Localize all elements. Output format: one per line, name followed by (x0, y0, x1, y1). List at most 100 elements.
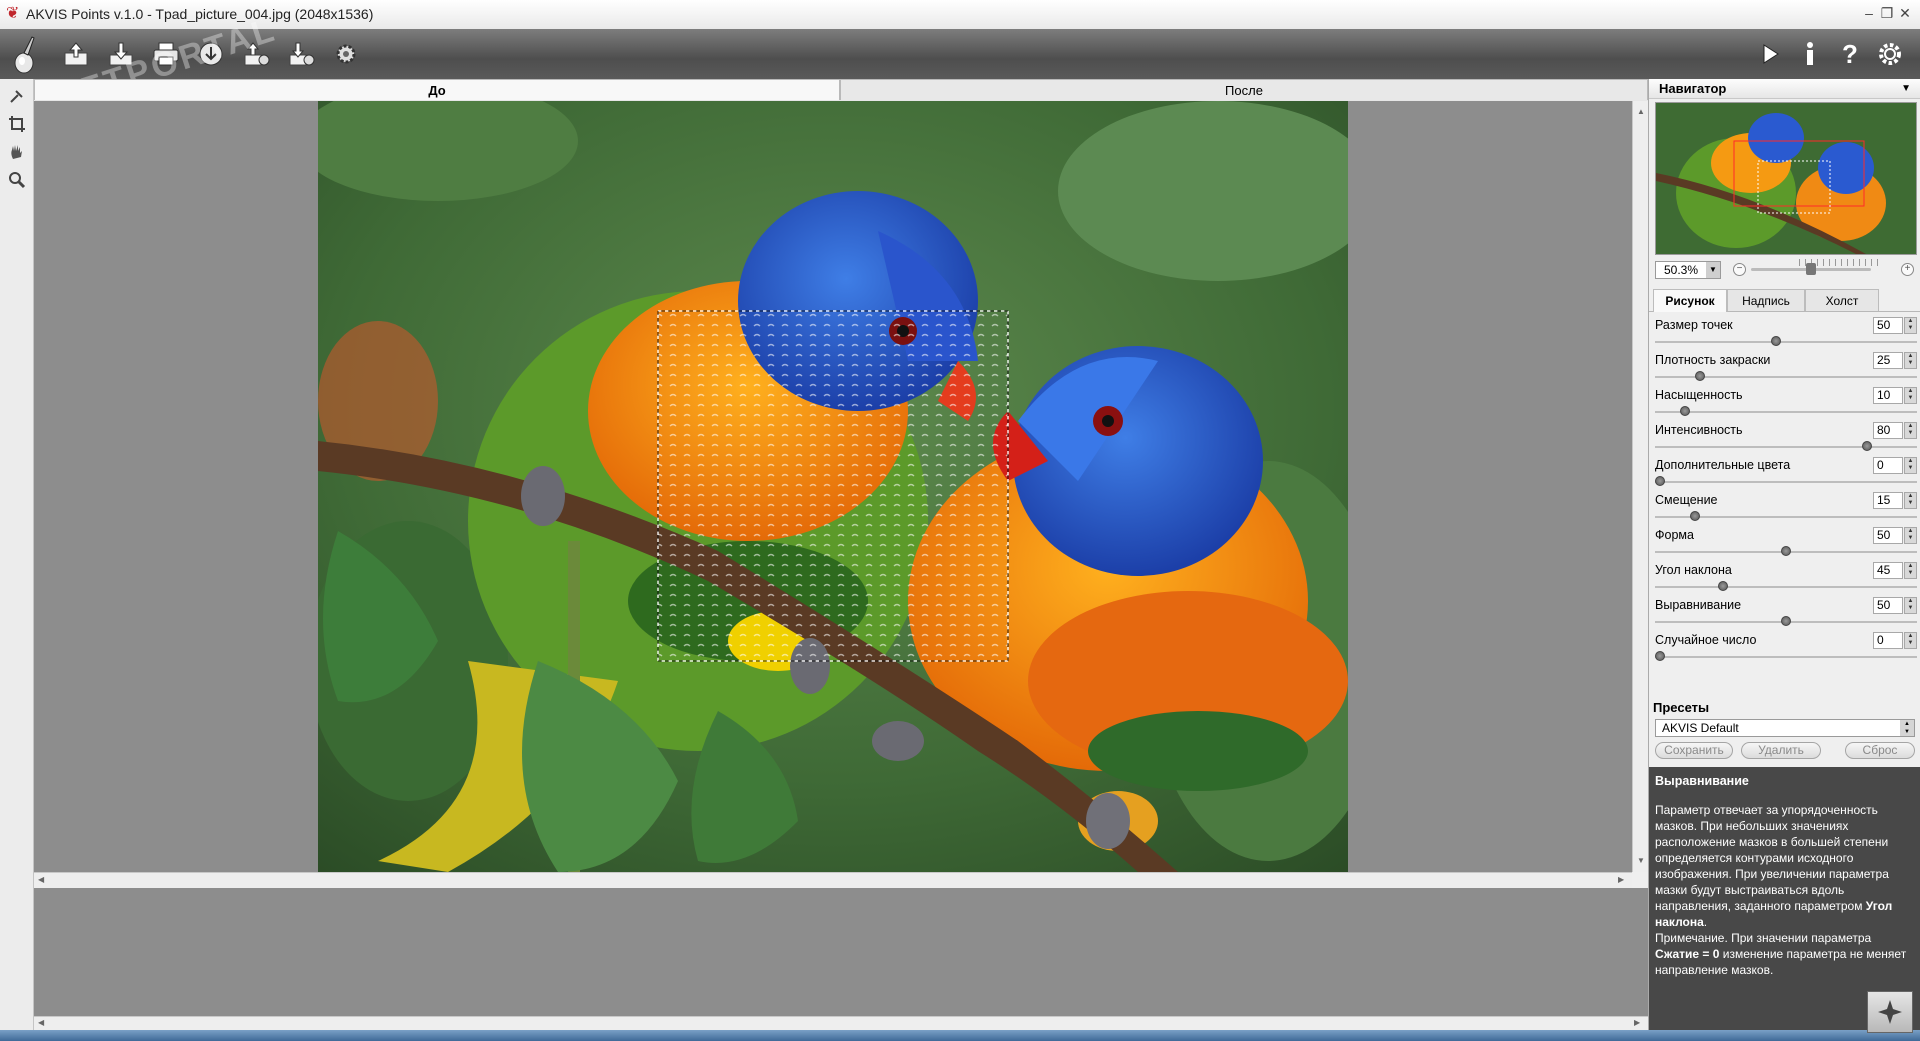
bottom-horizontal-scrollbar[interactable]: ◀ ▶ (34, 1016, 1648, 1031)
scroll-right-icon[interactable]: ▶ (1618, 875, 1624, 884)
scroll-down-icon[interactable]: ▼ (1637, 856, 1645, 865)
info-icon[interactable] (1792, 36, 1828, 72)
param-slider-thumb[interactable] (1718, 581, 1728, 591)
close-button[interactable]: ✕ (1896, 3, 1914, 23)
tab-drawing[interactable]: Рисунок (1653, 289, 1727, 312)
main-toolbar: ? (0, 29, 1920, 79)
param-slider-thumb[interactable] (1655, 476, 1665, 486)
tab-canvas[interactable]: Холст (1805, 289, 1879, 311)
param-slider-thumb[interactable] (1695, 371, 1706, 381)
param-row: Угол наклона 45 ▲ ▼ (1655, 560, 1917, 595)
os-taskbar (0, 1030, 1920, 1041)
navigator-header[interactable]: Навигатор ▼ (1649, 79, 1920, 99)
collapse-arrow-icon[interactable]: ▼ (1901, 79, 1911, 99)
canvas-vertical-scrollbar[interactable]: ▲ ▼ (1632, 101, 1649, 872)
param-label: Угол наклона (1655, 563, 1732, 577)
canvas-horizontal-scrollbar[interactable]: ◀ ▶ (34, 872, 1632, 889)
spin-arrows-icon[interactable]: ▲ ▼ (1904, 422, 1917, 439)
save-icon[interactable] (103, 36, 139, 72)
reset-preset-button[interactable]: Сброс (1845, 742, 1915, 759)
preset-select[interactable]: AKVIS Default ▲ ▼ (1655, 719, 1915, 737)
param-label: Размер точек (1655, 318, 1733, 332)
restore-button[interactable]: ❐ (1878, 3, 1896, 23)
param-value-field[interactable]: 15 (1873, 492, 1903, 509)
param-value-field[interactable]: 80 (1873, 422, 1903, 439)
param-slider-thumb[interactable] (1781, 616, 1791, 626)
run-icon[interactable] (1752, 36, 1788, 72)
scroll-left-icon[interactable]: ◀ (38, 1018, 44, 1027)
spin-arrows-icon[interactable]: ▲ ▼ (1904, 527, 1917, 544)
scroll-left-icon[interactable]: ◀ (38, 875, 44, 884)
param-slider-thumb[interactable] (1770, 336, 1781, 346)
scroll-up-icon[interactable]: ▲ (1637, 107, 1645, 116)
tab-caption[interactable]: Надпись (1727, 289, 1805, 311)
plugin-settings-icon[interactable] (328, 36, 364, 72)
delete-preset-button[interactable]: Удалить (1741, 742, 1821, 759)
param-value-field[interactable]: 50 (1873, 597, 1903, 614)
param-slider-track[interactable] (1655, 586, 1917, 588)
param-row: Форма 50 ▲ ▼ (1655, 525, 1917, 560)
param-value-field[interactable]: 50 (1873, 527, 1903, 544)
right-panel: Навигатор ▼ 50.3% ▼ − + Рисунок Надпись … (1648, 79, 1920, 1033)
save-preset-button[interactable]: Сохранить (1655, 742, 1733, 759)
param-row: Насыщенность 10 ▲ ▼ (1655, 385, 1917, 420)
akvis-logo-icon[interactable] (4, 32, 48, 76)
tab-before[interactable]: До (34, 79, 840, 100)
run-effect-button[interactable] (1867, 991, 1913, 1033)
zoom-in-button[interactable]: + (1901, 263, 1914, 276)
param-label: Смещение (1655, 493, 1718, 507)
download-icon[interactable] (283, 36, 319, 72)
image-canvas[interactable] (34, 101, 1632, 872)
chevron-down-icon[interactable]: ▼ (1706, 262, 1720, 278)
param-slider-track[interactable] (1655, 411, 1917, 413)
zoom-tool-icon[interactable] (6, 169, 28, 191)
open-icon[interactable] (58, 36, 94, 72)
zoom-out-button[interactable]: − (1733, 263, 1746, 276)
settings-tabs: Рисунок Надпись Холст (1649, 289, 1920, 312)
param-value-field[interactable]: 0 (1873, 457, 1903, 474)
spin-arrows-icon[interactable]: ▲ ▼ (1904, 387, 1917, 404)
spin-arrows-icon[interactable]: ▲ ▼ (1904, 597, 1917, 614)
param-value-field[interactable]: 10 (1873, 387, 1903, 404)
param-slider-thumb[interactable] (1781, 546, 1791, 556)
param-label: Дополнительные цвета (1655, 458, 1791, 472)
upload-icon[interactable] (238, 36, 274, 72)
run-effect-icon (1878, 1000, 1902, 1024)
spin-arrows-icon[interactable]: ▲ ▼ (1904, 632, 1917, 649)
param-slider-track[interactable] (1655, 446, 1917, 448)
spin-arrows-icon[interactable]: ▲ ▼ (1904, 457, 1917, 474)
spin-arrows-icon[interactable]: ▲ ▼ (1904, 562, 1917, 579)
param-slider-thumb[interactable] (1655, 651, 1665, 661)
share-icon[interactable] (193, 36, 229, 72)
minimize-button[interactable]: – (1860, 3, 1878, 23)
tab-after[interactable]: После (840, 79, 1648, 100)
help-icon[interactable]: ? (1832, 36, 1868, 72)
akvis-app-icon: ❦ (6, 5, 20, 22)
spin-arrows-icon[interactable]: ▲ ▼ (1904, 352, 1917, 369)
brush-tool-icon[interactable] (6, 85, 28, 107)
param-slider-thumb[interactable] (1690, 511, 1701, 521)
spin-arrows-icon[interactable]: ▲ ▼ (1904, 317, 1917, 334)
param-value-field[interactable]: 25 (1873, 352, 1903, 369)
spin-arrows-icon[interactable]: ▲ ▼ (1904, 492, 1917, 509)
param-value-field[interactable]: 45 (1873, 562, 1903, 579)
param-slider-thumb[interactable] (1680, 406, 1691, 416)
print-icon[interactable] (148, 36, 184, 72)
spin-arrows-icon[interactable]: ▲ ▼ (1900, 720, 1914, 736)
navigator-thumbnail[interactable] (1655, 102, 1917, 255)
zoom-slider-thumb[interactable] (1806, 263, 1816, 275)
param-slider-track[interactable] (1655, 656, 1917, 658)
param-slider-track[interactable] (1655, 376, 1917, 378)
scroll-right-icon[interactable]: ▶ (1634, 1018, 1640, 1027)
param-slider-thumb[interactable] (1861, 441, 1872, 451)
help-text: Параметр отвечает за упорядоченность маз… (1655, 803, 1907, 977)
param-value-field[interactable]: 50 (1873, 317, 1903, 334)
crop-tool-icon[interactable] (6, 113, 28, 135)
hand-tool-icon[interactable] (6, 141, 28, 163)
zoom-level-field[interactable]: 50.3% ▼ (1655, 261, 1721, 279)
param-slider-track[interactable] (1655, 481, 1917, 483)
param-slider-track[interactable] (1655, 341, 1917, 343)
param-value-field[interactable]: 0 (1873, 632, 1903, 649)
param-row: Случайное число 0 ▲ ▼ (1655, 630, 1917, 665)
settings-icon[interactable] (1872, 36, 1908, 72)
